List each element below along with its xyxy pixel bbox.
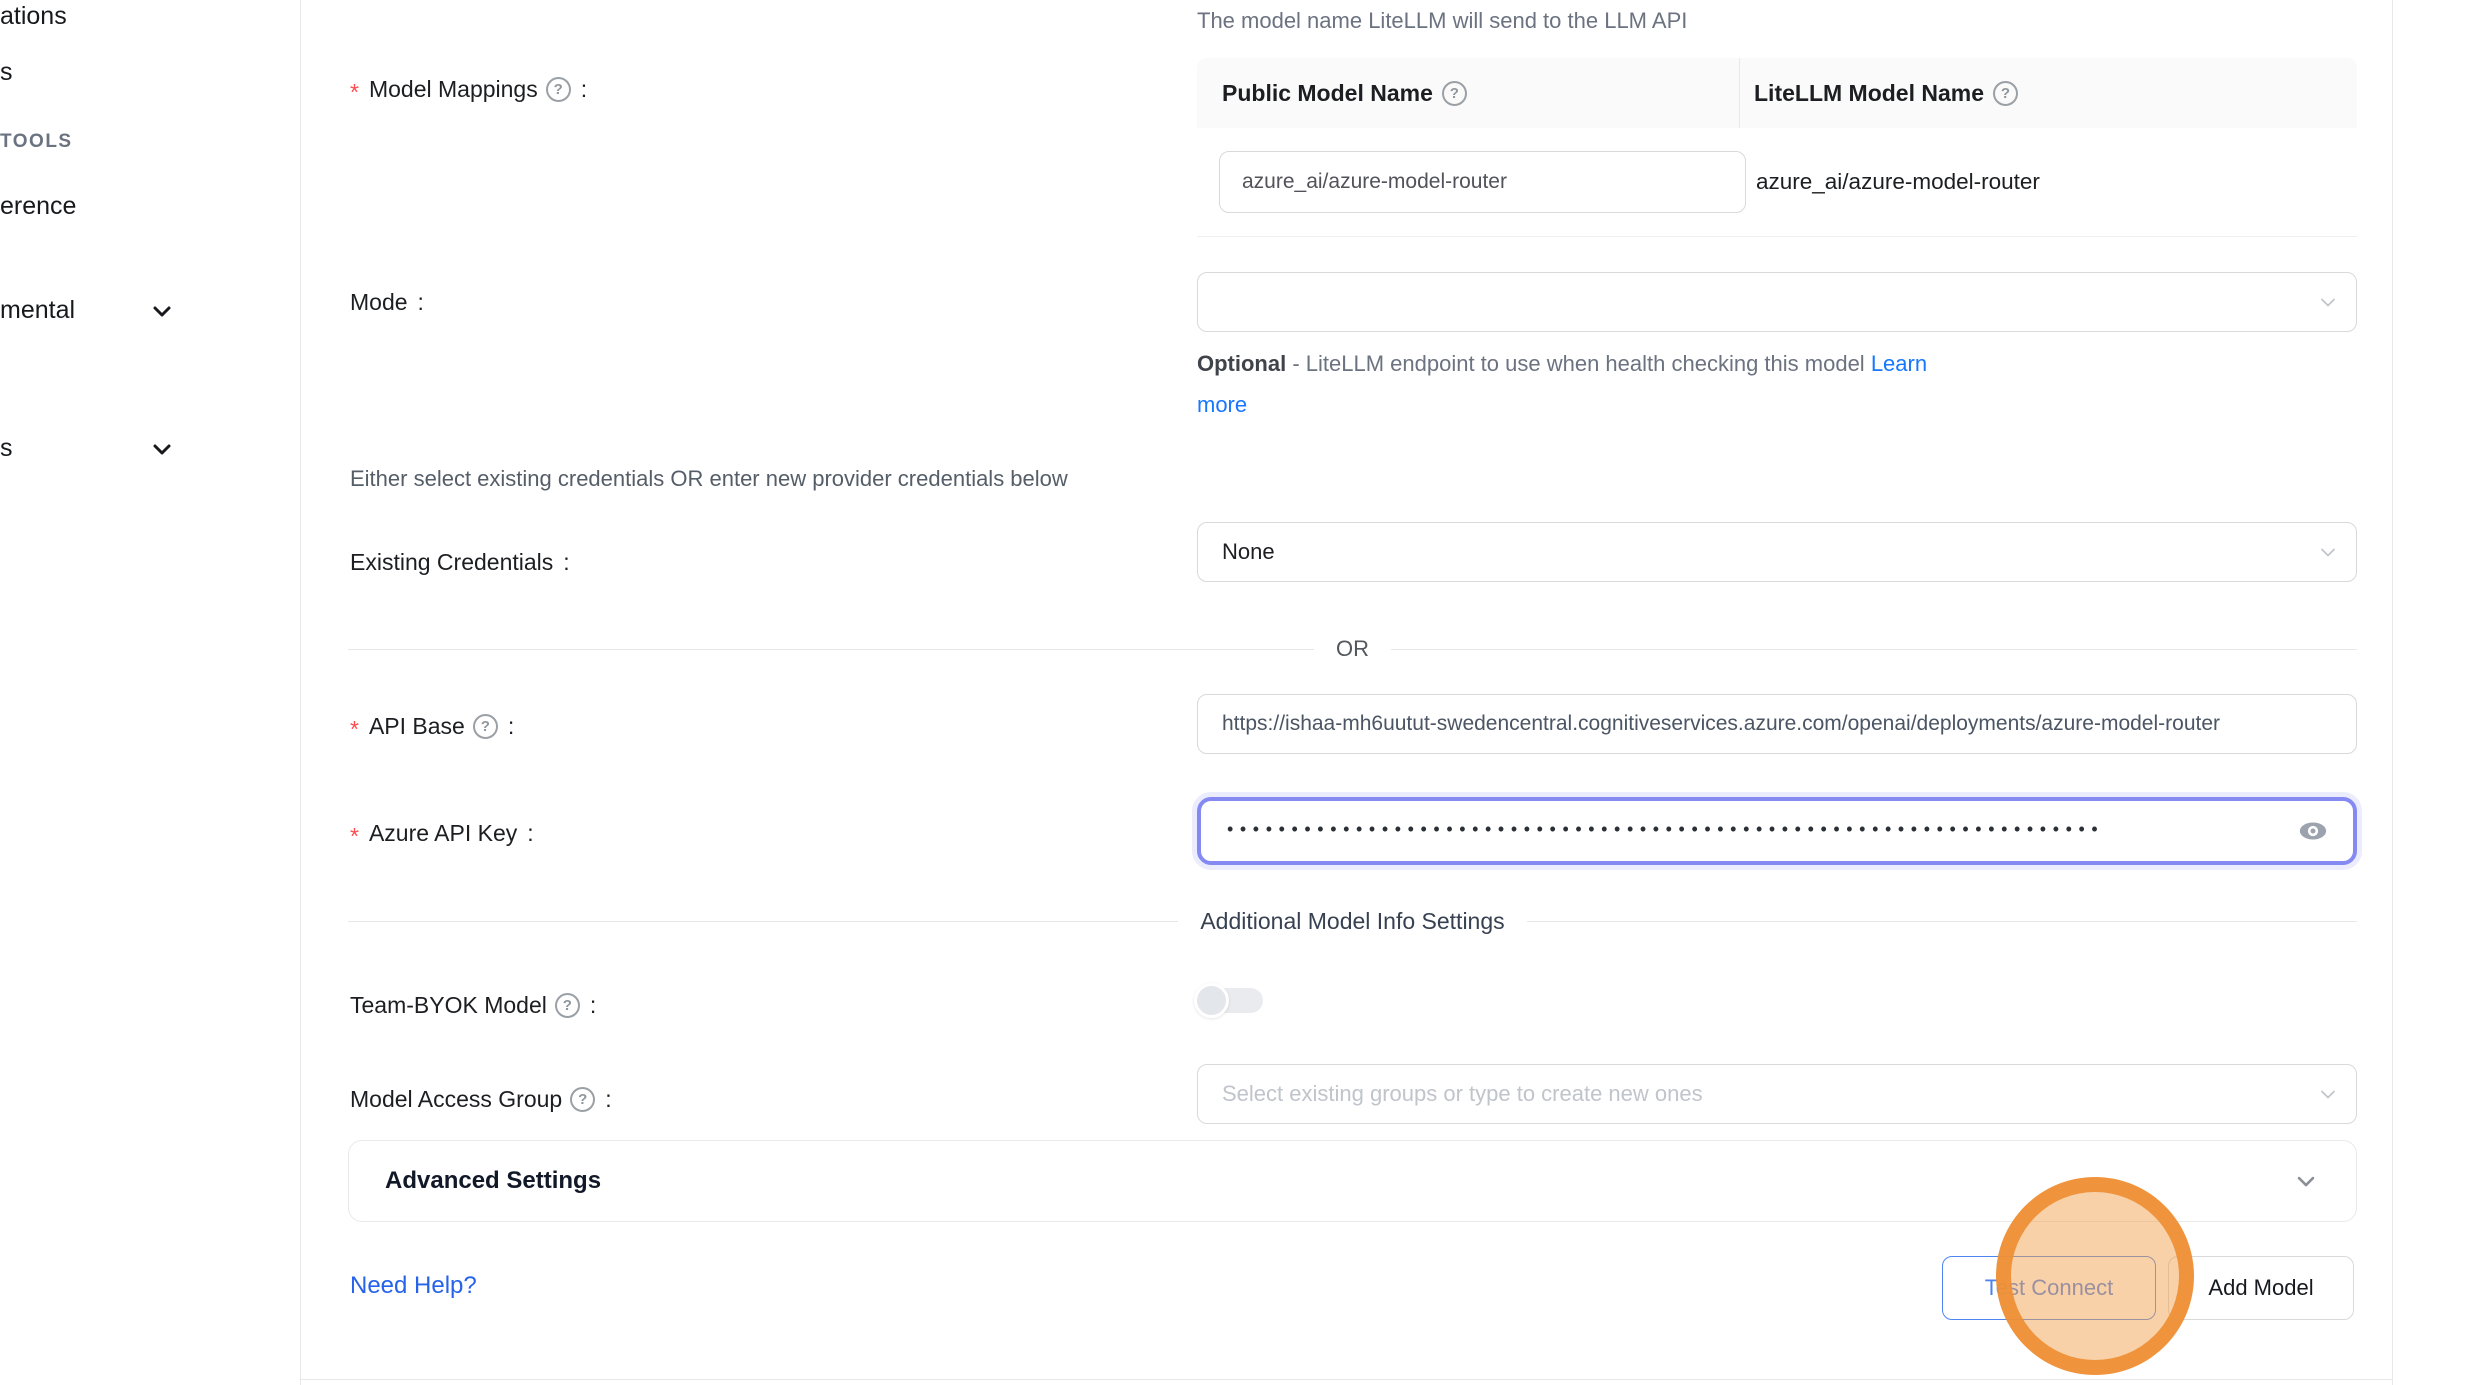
content-bottom-border: [300, 1379, 2392, 1380]
team-byok-toggle[interactable]: [1197, 988, 1263, 1013]
need-help-link[interactable]: Need Help?: [350, 1272, 477, 1300]
toggle-knob: [1194, 983, 1229, 1018]
required-asterisk: [350, 820, 361, 847]
sidebar-item-experimental[interactable]: mental: [0, 296, 75, 325]
chevron-down-icon: [2316, 290, 2340, 314]
sidebar-border: [300, 0, 301, 1385]
eye-icon[interactable]: [2295, 816, 2331, 846]
model-mappings-table: Public Model Name LiteLLM Model Name azu…: [1197, 58, 2357, 237]
sidebar-item[interactable]: s: [0, 434, 13, 463]
required-asterisk: [350, 76, 361, 103]
azure-api-key-label: Azure API Key: [350, 820, 534, 847]
additional-info-divider: Additional Model Info Settings: [348, 900, 2357, 942]
public-model-name-input[interactable]: [1219, 151, 1746, 213]
litellm-model-name-header: LiteLLM Model Name: [1740, 58, 2357, 128]
sidebar-section-tools: TOOLS: [0, 131, 73, 153]
select-placeholder: Select existing groups or type to create…: [1222, 1081, 1703, 1107]
api-base-label: API Base: [350, 713, 514, 740]
chevron-down-icon: [2292, 1167, 2320, 1195]
sidebar-item[interactable]: s: [0, 58, 13, 87]
required-asterisk: [350, 713, 361, 740]
chevron-down-icon: [2316, 1082, 2340, 1106]
model-mappings-label: Model Mappings: [350, 76, 587, 103]
public-model-name-header: Public Model Name: [1197, 58, 1740, 128]
litellm-model-name-value: azure_ai/azure-model-router: [1740, 169, 2040, 195]
help-circle-icon[interactable]: [473, 714, 498, 739]
mode-select[interactable]: [1197, 272, 2357, 332]
table-header: Public Model Name LiteLLM Model Name: [1197, 58, 2357, 128]
api-base-input[interactable]: https://ishaa-mh6uutut-swedencentral.cog…: [1197, 694, 2357, 754]
help-circle-icon[interactable]: [1442, 81, 1467, 106]
existing-credentials-select[interactable]: None: [1197, 522, 2357, 582]
existing-credentials-label: Existing Credentials: [350, 549, 570, 576]
table-row: azure_ai/azure-model-router: [1197, 128, 2357, 236]
chevron-down-icon: [2316, 540, 2340, 564]
mode-help-text: Optional - LiteLLM endpoint to use when …: [1197, 343, 1927, 425]
credentials-note: Either select existing credentials OR en…: [350, 466, 1068, 492]
mode-label: Mode: [350, 289, 424, 316]
learn-more-link[interactable]: Learn: [1871, 351, 1927, 376]
advanced-settings-panel[interactable]: Advanced Settings: [348, 1140, 2357, 1222]
learn-more-link[interactable]: more: [1197, 392, 1247, 417]
content-right-border: [2392, 0, 2393, 1385]
team-byok-label: Team-BYOK Model: [350, 992, 596, 1019]
advanced-settings-title: Advanced Settings: [385, 1167, 601, 1195]
help-circle-icon[interactable]: [570, 1087, 595, 1112]
chevron-down-icon: [150, 437, 174, 461]
help-circle-icon[interactable]: [555, 993, 580, 1018]
sidebar-item-api-reference[interactable]: erence: [0, 192, 76, 221]
model-access-group-select[interactable]: Select existing groups or type to create…: [1197, 1064, 2357, 1124]
or-divider: OR: [348, 634, 2357, 664]
azure-api-key-input[interactable]: ••••••••••••••••••••••••••••••••••••••••…: [1197, 797, 2357, 865]
existing-credentials-value: None: [1222, 539, 1275, 565]
help-circle-icon[interactable]: [546, 77, 571, 102]
help-circle-icon[interactable]: [1993, 81, 2018, 106]
add-model-form-page: ations s TOOLS erence mental s The model…: [0, 0, 2477, 1385]
sidebar-item-organizations[interactable]: ations: [0, 2, 67, 31]
chevron-down-icon: [150, 299, 174, 323]
model-access-group-label: Model Access Group: [350, 1086, 612, 1113]
model-name-hint: The model name LiteLLM will send to the …: [1197, 8, 1687, 34]
masked-password-value: ••••••••••••••••••••••••••••••••••••••••…: [1227, 819, 2104, 840]
add-model-button[interactable]: Add Model: [2168, 1256, 2354, 1320]
test-connect-button[interactable]: Test Connect: [1942, 1256, 2156, 1320]
